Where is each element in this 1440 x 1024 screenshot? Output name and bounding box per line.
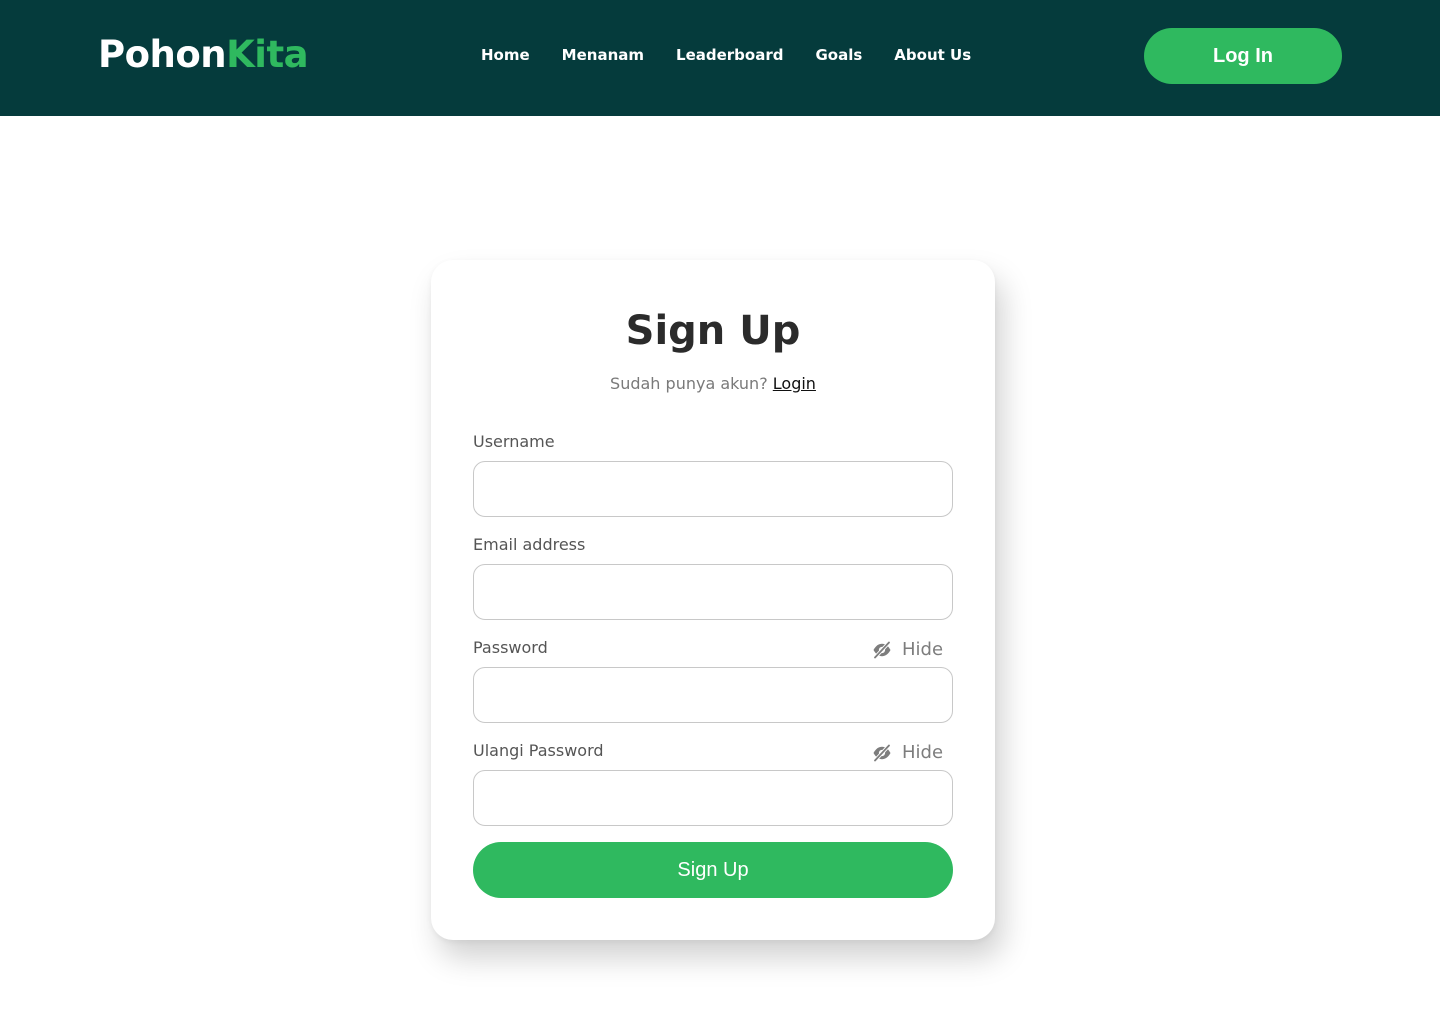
brand-logo[interactable]: PohonKita — [98, 33, 309, 77]
brand-name-part2: Kita — [226, 33, 309, 76]
signup-card: Sign Up Sudah punya akun? Login Username… — [431, 260, 995, 940]
nav-link-about-us[interactable]: About Us — [894, 44, 971, 66]
nav-link-goals[interactable]: Goals — [815, 44, 862, 66]
email-label: Email address — [473, 535, 586, 554]
signup-subtitle-text: Sudah punya akun? — [610, 374, 768, 393]
password-hide-toggle[interactable]: Hide — [872, 639, 943, 661]
eye-slash-icon — [872, 744, 892, 762]
nav-link-home[interactable]: Home — [481, 44, 530, 66]
signup-title: Sign Up — [625, 308, 801, 354]
login-link[interactable]: Login — [773, 374, 816, 393]
email-input[interactable] — [473, 564, 953, 620]
password-hide-label: Hide — [902, 639, 944, 660]
eye-slash-icon — [872, 641, 892, 659]
confirm-password-label: Ulangi Password — [473, 741, 604, 760]
confirm-password-hide-label: Hide — [902, 742, 944, 763]
username-label: Username — [473, 432, 555, 451]
confirm-password-hide-toggle[interactable]: Hide — [872, 742, 943, 764]
signup-subtitle: Sudah punya akun? Login — [431, 373, 995, 395]
nav-link-leaderboard[interactable]: Leaderboard — [676, 44, 783, 66]
nav-link-menanam[interactable]: Menanam — [562, 44, 644, 66]
main-nav: Home Menanam Leaderboard Goals About Us — [481, 44, 971, 66]
username-input[interactable] — [473, 461, 953, 517]
signup-submit-button[interactable]: Sign Up — [473, 842, 953, 898]
header-login-button[interactable]: Log In — [1144, 28, 1342, 84]
password-label: Password — [473, 638, 548, 657]
password-input[interactable] — [473, 667, 953, 723]
top-navbar: PohonKita Home Menanam Leaderboard Goals… — [0, 0, 1440, 116]
confirm-password-input[interactable] — [473, 770, 953, 826]
brand-name-part1: Pohon — [98, 33, 227, 76]
